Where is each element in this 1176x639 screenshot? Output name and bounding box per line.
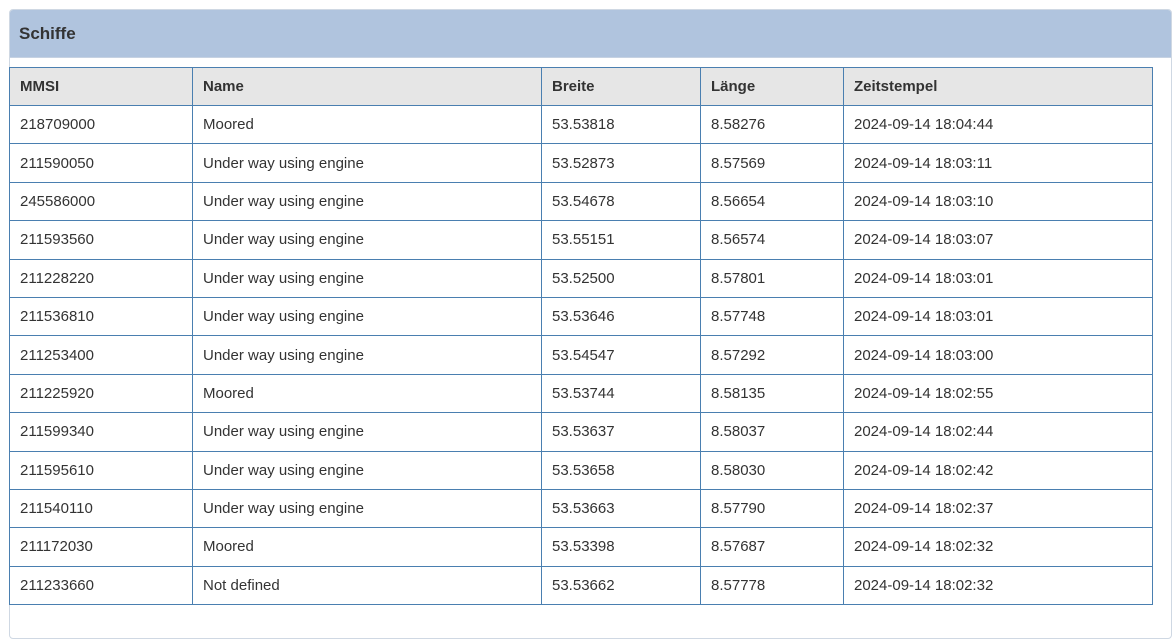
column-header-breite[interactable]: Breite (541, 67, 701, 106)
cell-name: Moored (192, 373, 542, 414)
cell-zeitstempel: 2024-09-14 18:03:11 (843, 143, 1153, 183)
cell-laenge: 8.57748 (700, 296, 844, 337)
cell-zeitstempel: 2024-09-14 18:03:10 (843, 181, 1153, 222)
cell-mmsi: 211593560 (9, 220, 193, 260)
cell-name: Not defined (192, 565, 542, 606)
cell-laenge: 8.56574 (700, 220, 844, 260)
cell-mmsi: 245586000 (9, 181, 193, 222)
cell-mmsi: 211172030 (9, 527, 193, 567)
cell-zeitstempel: 2024-09-14 18:03:07 (843, 220, 1153, 260)
cell-laenge: 8.58037 (700, 412, 844, 452)
cell-name: Moored (192, 527, 542, 567)
cell-breite: 53.53662 (541, 565, 701, 606)
cell-name: Under way using engine (192, 488, 542, 529)
cell-breite: 53.53744 (541, 373, 701, 414)
cell-laenge: 8.58030 (700, 450, 844, 490)
header-row: MMSI Name Breite Länge Zeitstempel (9, 67, 1153, 106)
table-head: MMSI Name Breite Länge Zeitstempel (9, 67, 1153, 106)
cell-breite: 53.54547 (541, 335, 701, 375)
table-row[interactable]: 211540110 Under way using engine 53.53663 8… (9, 488, 1153, 529)
cell-name: Under way using engine (192, 296, 542, 337)
table-row[interactable]: 211172030 Moored 53.53398 8.57687 2024-09-14… (9, 527, 1153, 567)
column-header-zeitstempel[interactable]: Zeitstempel (843, 67, 1153, 106)
cell-zeitstempel: 2024-09-14 18:02:44 (843, 412, 1153, 452)
cell-breite: 53.53646 (541, 296, 701, 337)
table-row[interactable]: 211253400 Under way using engine 53.54547 8… (9, 335, 1153, 375)
cell-laenge: 8.57778 (700, 565, 844, 606)
cell-zeitstempel: 2024-09-14 18:02:32 (843, 565, 1153, 606)
cell-laenge: 8.57801 (700, 258, 844, 298)
cell-breite: 53.53637 (541, 412, 701, 452)
table-row[interactable]: 211590050 Under way using engine 53.52873 8… (9, 143, 1153, 183)
cell-name: Under way using engine (192, 220, 542, 260)
cell-mmsi: 218709000 (9, 104, 193, 145)
panel-title: Schiffe (19, 23, 76, 43)
panel-header: Schiffe (10, 10, 1171, 58)
cell-laenge: 8.57292 (700, 335, 844, 375)
cell-breite: 53.53818 (541, 104, 701, 145)
table-row[interactable]: 245586000 Under way using engine 53.54678 8… (9, 181, 1153, 222)
cell-name: Under way using engine (192, 181, 542, 222)
column-header-name[interactable]: Name (192, 67, 542, 106)
cell-zeitstempel: 2024-09-14 18:04:44 (843, 104, 1153, 145)
cell-laenge: 8.57569 (700, 143, 844, 183)
cell-name: Under way using engine (192, 412, 542, 452)
cell-laenge: 8.57687 (700, 527, 844, 567)
table-row[interactable]: 211228220 Under way using engine 53.52500 8… (9, 258, 1153, 298)
cell-zeitstempel: 2024-09-14 18:02:37 (843, 488, 1153, 529)
cell-zeitstempel: 2024-09-14 18:03:01 (843, 258, 1153, 298)
table-body: 218709000 Moored 53.53818 8.58276 2024-09-14… (9, 104, 1153, 606)
cell-breite: 53.54678 (541, 181, 701, 222)
table-row[interactable]: 218709000 Moored 53.53818 8.58276 2024-09-14… (9, 104, 1153, 145)
cell-mmsi: 211599340 (9, 412, 193, 452)
cell-laenge: 8.58135 (700, 373, 844, 414)
table-row[interactable]: 211536810 Under way using engine 53.53646 8… (9, 296, 1153, 337)
column-header-laenge[interactable]: Länge (700, 67, 844, 106)
cell-zeitstempel: 2024-09-14 18:03:01 (843, 296, 1153, 337)
cell-mmsi: 211225920 (9, 373, 193, 414)
cell-breite: 53.53398 (541, 527, 701, 567)
cell-breite: 53.52500 (541, 258, 701, 298)
cell-mmsi: 211540110 (9, 488, 193, 529)
cell-name: Moored (192, 104, 542, 145)
cell-laenge: 8.57790 (700, 488, 844, 529)
cell-mmsi: 211536810 (9, 296, 193, 337)
table-row[interactable]: 211593560 Under way using engine 53.55151 8… (9, 220, 1153, 260)
cell-name: Under way using engine (192, 335, 542, 375)
cell-breite: 53.55151 (541, 220, 701, 260)
ships-table: MMSI Name Breite Länge Zeitstempel 21870… (9, 67, 1153, 606)
cell-name: Under way using engine (192, 450, 542, 490)
cell-name: Under way using engine (192, 258, 542, 298)
cell-breite: 53.52873 (541, 143, 701, 183)
cell-laenge: 8.56654 (700, 181, 844, 222)
table-row[interactable]: 211595610 Under way using engine 53.53658 8… (9, 450, 1153, 490)
cell-name: Under way using engine (192, 143, 542, 183)
cell-zeitstempel: 2024-09-14 18:02:32 (843, 527, 1153, 567)
cell-mmsi: 211233660 (9, 565, 193, 606)
ships-table-container: MMSI Name Breite Länge Zeitstempel 21870… (9, 67, 1153, 606)
cell-breite: 53.53658 (541, 450, 701, 490)
table-row[interactable]: 211233660 Not defined 53.53662 8.57778 2024-… (9, 565, 1153, 606)
cell-laenge: 8.58276 (700, 104, 844, 145)
cell-breite: 53.53663 (541, 488, 701, 529)
cell-zeitstempel: 2024-09-14 18:03:00 (843, 335, 1153, 375)
cell-mmsi: 211595610 (9, 450, 193, 490)
cell-zeitstempel: 2024-09-14 18:02:42 (843, 450, 1153, 490)
cell-mmsi: 211228220 (9, 258, 193, 298)
column-header-mmsi[interactable]: MMSI (9, 67, 193, 106)
cell-mmsi: 211253400 (9, 335, 193, 375)
table-row[interactable]: 211225920 Moored 53.53744 8.58135 2024-09-14… (9, 373, 1153, 414)
table-row[interactable]: 211599340 Under way using engine 53.53637 8… (9, 412, 1153, 452)
cell-zeitstempel: 2024-09-14 18:02:55 (843, 373, 1153, 414)
cell-mmsi: 211590050 (9, 143, 193, 183)
